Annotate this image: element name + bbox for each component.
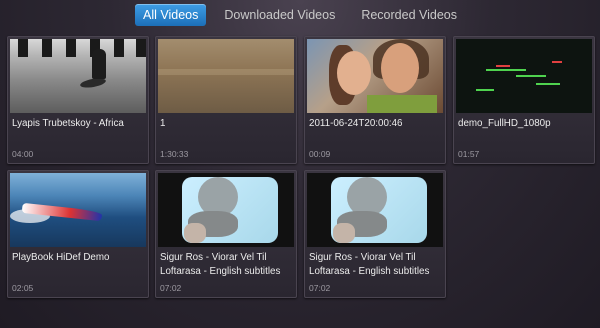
video-duration: 01:57 [458, 149, 480, 159]
video-duration: 07:02 [309, 283, 331, 293]
video-card[interactable]: 1 1:30:33 [155, 36, 297, 164]
video-duration: 1:30:33 [160, 149, 189, 159]
tab-recorded-videos[interactable]: Recorded Videos [353, 4, 465, 26]
video-thumbnail [456, 39, 592, 113]
video-card[interactable]: Sigur Ros - Viorar Vel Til Loftarasa - E… [155, 170, 297, 298]
video-title: Sigur Ros - Viorar Vel Til Loftarasa - E… [309, 252, 430, 277]
video-card[interactable]: 2011-06-24T20:00:46 00:09 [304, 36, 446, 164]
video-title: PlayBook HiDef Demo [12, 252, 110, 263]
video-title: Lyapis Trubetskoy - Africa [12, 118, 124, 129]
video-title: demo_FullHD_1080p [458, 118, 551, 129]
video-thumbnail [10, 173, 146, 247]
video-duration: 02:05 [12, 283, 34, 293]
video-card[interactable]: demo_FullHD_1080p 01:57 [453, 36, 595, 164]
tab-all-videos[interactable]: All Videos [135, 4, 207, 26]
video-card[interactable]: PlayBook HiDef Demo 02:05 [7, 170, 149, 298]
video-duration: 00:09 [309, 149, 331, 159]
video-thumbnail [10, 39, 146, 113]
video-thumbnail [307, 39, 443, 113]
video-thumbnail [158, 173, 294, 247]
video-card[interactable]: Sigur Ros - Viorar Vel Til Loftarasa - E… [304, 170, 446, 298]
video-filter-tabs: All Videos Downloaded Videos Recorded Vi… [0, 4, 600, 26]
tab-downloaded-videos[interactable]: Downloaded Videos [216, 4, 343, 26]
video-card[interactable]: Lyapis Trubetskoy - Africa 04:00 [7, 36, 149, 164]
video-duration: 04:00 [12, 149, 34, 159]
video-title: 2011-06-24T20:00:46 [309, 118, 403, 129]
video-title: Sigur Ros - Viorar Vel Til Loftarasa - E… [160, 252, 281, 277]
video-duration: 07:02 [160, 283, 182, 293]
video-title: 1 [160, 118, 166, 129]
video-thumbnail [158, 39, 294, 113]
video-thumbnail [307, 173, 443, 247]
